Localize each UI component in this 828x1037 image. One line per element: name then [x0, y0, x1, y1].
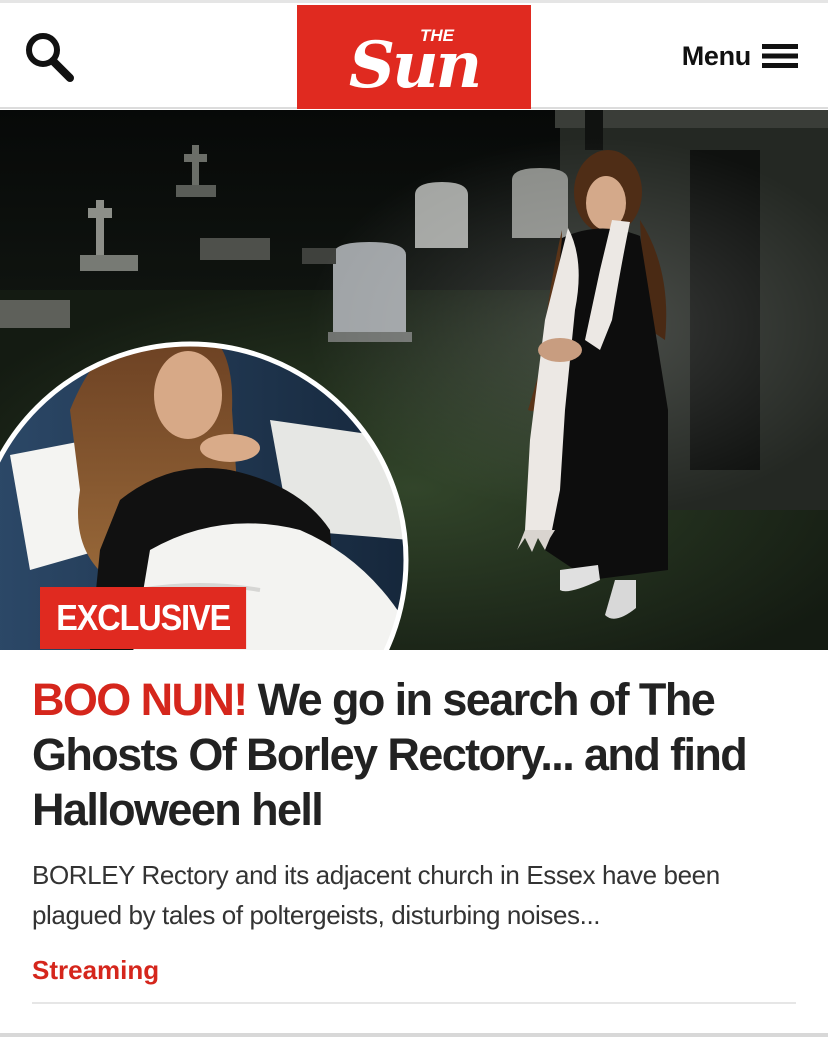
hamburger-icon [762, 44, 798, 68]
site-header: THE Sun Menu [0, 3, 828, 109]
search-button[interactable] [22, 28, 78, 84]
sun-logo[interactable]: THE Sun [297, 5, 531, 109]
menu-label: Menu [681, 40, 752, 71]
headline-kicker: BOO NUN! [32, 674, 248, 725]
exclusive-label: EXCLUSIVE [40, 587, 247, 649]
search-icon [26, 33, 74, 82]
article-standfirst: BORLEY Rectory and its adjacent church i… [32, 860, 720, 930]
bottom-border [0, 1033, 828, 1037]
hero-image[interactable] [0, 110, 828, 650]
divider [32, 1002, 796, 1004]
section-tag-link[interactable]: Streaming [32, 955, 159, 986]
menu-button[interactable]: Menu [682, 38, 798, 74]
logo-wordmark: Sun [349, 28, 479, 103]
article-headline[interactable]: BOO NUN! We go in search of The Ghosts O… [32, 672, 802, 837]
